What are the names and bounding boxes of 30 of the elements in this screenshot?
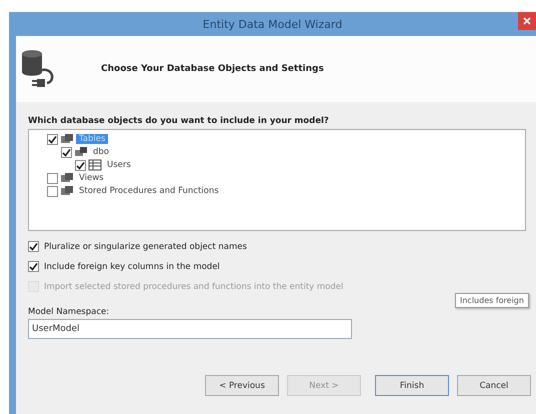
- tree-item[interactable]: Views: [76, 173, 107, 183]
- tree-item[interactable]: Stored Procedures and Functions: [76, 186, 222, 196]
- checkbox[interactable]: [28, 261, 39, 272]
- tree-checkbox[interactable]: [61, 146, 72, 158]
- checkbox-label: Include foreign key columns in the model: [44, 262, 220, 272]
- folder-icon: [74, 146, 88, 158]
- tree-label: Which database objects do you want to include in your model?: [28, 116, 330, 126]
- close-button[interactable]: [518, 12, 536, 30]
- namespace-field[interactable]: UserModel: [28, 319, 352, 339]
- checkbox-label: Pluralize or singularize generated object names: [44, 242, 247, 252]
- finish-button[interactable]: Finish: [375, 375, 449, 396]
- close-icon: [523, 17, 531, 25]
- checkbox[interactable]: [28, 241, 39, 252]
- tooltip: Includes foreign: [455, 293, 529, 308]
- tree-item[interactable]: Users: [104, 160, 134, 170]
- tree-checkbox[interactable]: [47, 186, 58, 196]
- checkbox-label: Import selected stored procedures and functions into the entity model: [44, 282, 344, 292]
- folder-icon: [60, 185, 74, 197]
- tree-checkbox[interactable]: [75, 160, 86, 170]
- previous-button[interactable]: < Previous: [205, 375, 279, 396]
- table-icon: [88, 159, 102, 171]
- folder-icon: [60, 133, 74, 145]
- tree-item[interactable]: dbo: [90, 147, 112, 157]
- folder-icon: [60, 172, 74, 184]
- namespace-label: Model Namespace:: [28, 307, 110, 317]
- cancel-button[interactable]: Cancel: [457, 375, 531, 396]
- tree-checkbox[interactable]: [47, 172, 58, 184]
- page-heading: Choose Your Database Objects and Settings: [101, 64, 324, 74]
- tree-checkbox[interactable]: [47, 134, 58, 144]
- window-title: Entity Data Model Wizard: [202, 18, 342, 30]
